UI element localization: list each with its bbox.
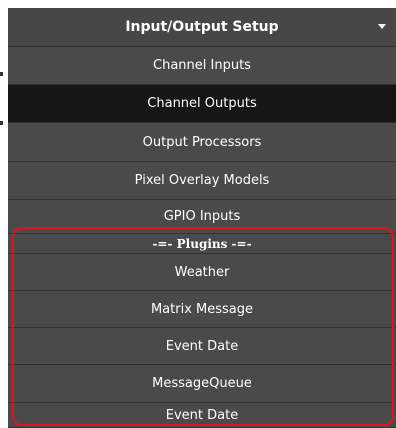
io-setup-menu: Input/Output Setup Channel Inputs Channe… xyxy=(8,8,396,428)
caret-down-icon[interactable] xyxy=(378,24,386,29)
edge-mark xyxy=(0,72,3,76)
menu-item-channel-outputs[interactable]: Channel Outputs xyxy=(8,85,396,123)
menu-item-label: Event Date xyxy=(165,407,239,423)
menu-item-label: Weather xyxy=(174,264,230,280)
menu-item-channel-inputs[interactable]: Channel Inputs xyxy=(8,47,396,85)
menu-item-label: Channel Outputs xyxy=(147,96,257,111)
menu-item-label: Event Date xyxy=(165,338,239,354)
menu-item-pixel-overlay-models[interactable]: Pixel Overlay Models xyxy=(8,162,396,200)
menu-item-output-processors[interactable]: Output Processors xyxy=(8,123,396,162)
edge-mark xyxy=(0,121,3,125)
menu-item-label: Pixel Overlay Models xyxy=(134,173,270,188)
plugins-section-header: -=- Plugins -=- xyxy=(8,234,396,254)
menu-item-plugin-event-date-2[interactable]: Event Date xyxy=(8,403,396,428)
menu-item-label: Output Processors xyxy=(142,134,262,150)
menu-item-plugin-messagequeue[interactable]: MessageQueue xyxy=(8,365,396,403)
menu-item-label: GPIO Inputs xyxy=(163,209,241,224)
menu-title: Input/Output Setup xyxy=(125,19,279,35)
menu-item-label: MessageQueue xyxy=(152,376,252,391)
menu-item-plugin-matrix-message[interactable]: Matrix Message xyxy=(8,291,396,328)
menu-item-label: Matrix Message xyxy=(150,301,254,317)
menu-item-plugin-event-date[interactable]: Event Date xyxy=(8,328,396,365)
menu-header[interactable]: Input/Output Setup xyxy=(8,8,396,47)
menu-item-gpio-inputs[interactable]: GPIO Inputs xyxy=(8,200,396,234)
menu-item-plugin-weather[interactable]: Weather xyxy=(8,254,396,291)
plugins-header-label: -=- Plugins -=- xyxy=(152,236,252,251)
menu-item-label: Channel Inputs xyxy=(153,58,251,73)
